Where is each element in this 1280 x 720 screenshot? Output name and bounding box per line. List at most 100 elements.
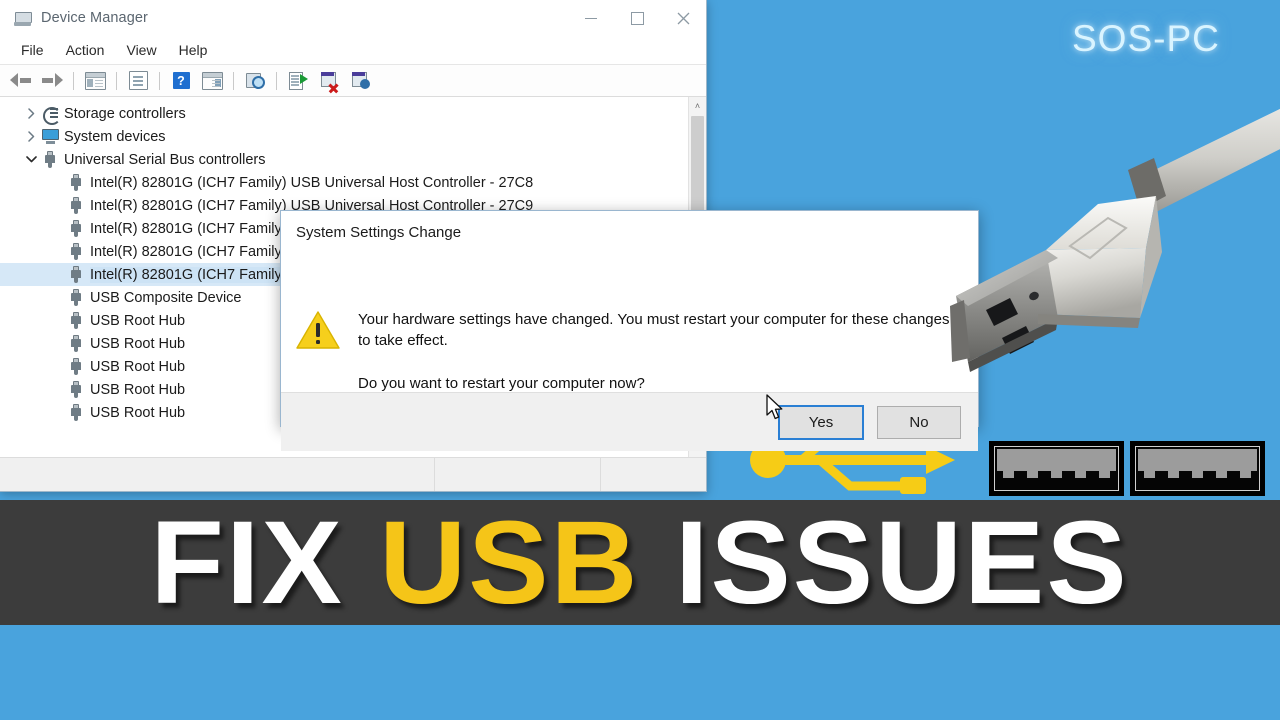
menu-bar: File Action View Help (0, 36, 706, 65)
usb-icon (71, 266, 82, 283)
usb-icon (71, 243, 82, 260)
disable-device-icon (320, 72, 339, 93)
device-item-label: USB Root Hub (90, 312, 186, 329)
update-driver-icon (288, 72, 308, 90)
usb-icon (71, 358, 82, 375)
device-tree-item[interactable]: Intel(R) 82801G (ICH7 Family) USB Univer… (0, 171, 688, 194)
dialog-footer: Yes No (281, 392, 978, 452)
device-item-icon (66, 243, 86, 261)
menu-item-action[interactable]: Action (55, 43, 116, 57)
minimize-button[interactable] (568, 0, 614, 36)
yes-button[interactable]: Yes (778, 404, 864, 440)
screenshot-stage: SOS-PC Device Manager File Action View H… (0, 0, 1280, 720)
device-item-icon (66, 266, 86, 284)
no-button[interactable]: No (877, 405, 961, 439)
toolbar: ? (0, 65, 706, 97)
usb-icon (71, 381, 82, 398)
system-device-icon (41, 129, 59, 144)
back-button[interactable] (6, 68, 36, 94)
device-item-icon (66, 404, 86, 422)
device-item-label: Universal Serial Bus controllers (64, 151, 266, 168)
uninstall-device-button[interactable] (345, 68, 375, 94)
toolbar-separator-1 (73, 71, 74, 90)
system-settings-change-dialog: System Settings Change Your hardware set… (280, 210, 979, 452)
maximize-icon (630, 11, 644, 25)
chevron-down-icon[interactable] (22, 155, 40, 164)
status-bar-left (0, 458, 435, 491)
device-item-label: USB Root Hub (90, 404, 186, 421)
device-tree-item[interactable]: Universal Serial Bus controllers (0, 148, 688, 171)
properties-icon (128, 71, 148, 90)
usb-icon (71, 335, 82, 352)
device-item-label: USB Root Hub (90, 335, 186, 352)
device-item-icon (66, 335, 86, 353)
toolbar-separator-2 (116, 71, 117, 90)
scan-for-hardware-changes-button[interactable] (240, 68, 270, 94)
banner-word-issues: ISSUES (639, 496, 1130, 629)
usb-type-a-plug-photo (950, 100, 1280, 390)
dialog-text-block: Your hardware settings have changed. You… (358, 258, 958, 392)
close-button[interactable] (660, 0, 706, 36)
usb-icon (71, 404, 82, 421)
usb-icon (71, 312, 82, 329)
forward-button[interactable] (37, 68, 67, 94)
usb-icon (71, 289, 82, 306)
device-item-label: Storage controllers (64, 105, 186, 122)
device-item-icon (40, 128, 60, 146)
bottom-banner: FIX USB ISSUES (0, 500, 1280, 625)
menu-item-help[interactable]: Help (168, 43, 219, 57)
usb-port-b (1130, 441, 1265, 496)
device-item-label: Intel(R) 82801G (ICH7 Family) USB Univer… (90, 174, 534, 191)
minimize-icon (585, 17, 597, 19)
status-bar-right (601, 458, 706, 491)
device-item-label: USB Root Hub (90, 381, 186, 398)
dialog-question: Do you want to restart your computer now… (358, 375, 645, 393)
sospc-watermark: SOS-PC (1072, 18, 1220, 59)
mouse-arrow-cursor (766, 394, 784, 421)
status-bar-middle (435, 458, 601, 491)
device-tree-item[interactable]: System devices (0, 125, 688, 148)
window-title: Device Manager (41, 10, 148, 26)
show-hide-console-tree-button[interactable] (80, 68, 110, 94)
banner-word-fix: FIX (150, 496, 380, 629)
window-controls (568, 0, 706, 36)
menu-item-file[interactable]: File (10, 43, 55, 57)
back-arrow-icon (10, 73, 32, 88)
device-item-label: USB Composite Device (90, 289, 242, 306)
device-item-icon (66, 174, 86, 192)
storage-controller-icon (42, 106, 61, 125)
maximize-button[interactable] (614, 0, 660, 36)
warning-triangle-icon (296, 310, 340, 354)
device-item-icon (40, 105, 61, 125)
uninstall-device-icon (351, 72, 370, 89)
forward-arrow-icon (41, 73, 63, 88)
device-item-icon (66, 220, 86, 238)
usb-icon (71, 197, 82, 214)
scroll-up-button[interactable]: ˄ (689, 97, 706, 114)
dialog-message: Your hardware settings have changed. You… (358, 311, 950, 349)
show-hide-console-tree-icon (84, 71, 106, 90)
dialog-title: System Settings Change (281, 211, 978, 253)
device-item-label: System devices (64, 128, 166, 145)
usb-port-a (989, 441, 1124, 496)
menu-item-view[interactable]: View (115, 43, 167, 57)
status-bar (0, 457, 706, 491)
device-item-icon (66, 289, 86, 307)
show-hide-action-pane-button[interactable] (197, 68, 227, 94)
show-hide-action-pane-icon (201, 71, 223, 90)
help-button[interactable]: ? (166, 68, 196, 94)
chevron-right-icon[interactable] (22, 131, 40, 142)
update-driver-button[interactable] (283, 68, 313, 94)
properties-button[interactable] (123, 68, 153, 94)
disable-device-button[interactable] (314, 68, 344, 94)
device-item-icon (40, 151, 60, 169)
device-tree-item[interactable]: Storage controllers (0, 102, 688, 125)
device-item-label: USB Root Hub (90, 358, 186, 375)
scan-for-hardware-changes-icon (245, 72, 265, 89)
device-item-icon (66, 312, 86, 330)
device-item-icon (66, 197, 86, 215)
chevron-right-icon[interactable] (22, 108, 40, 119)
usb-icon (71, 220, 82, 237)
close-icon (677, 12, 689, 24)
usb-icon (45, 151, 56, 168)
